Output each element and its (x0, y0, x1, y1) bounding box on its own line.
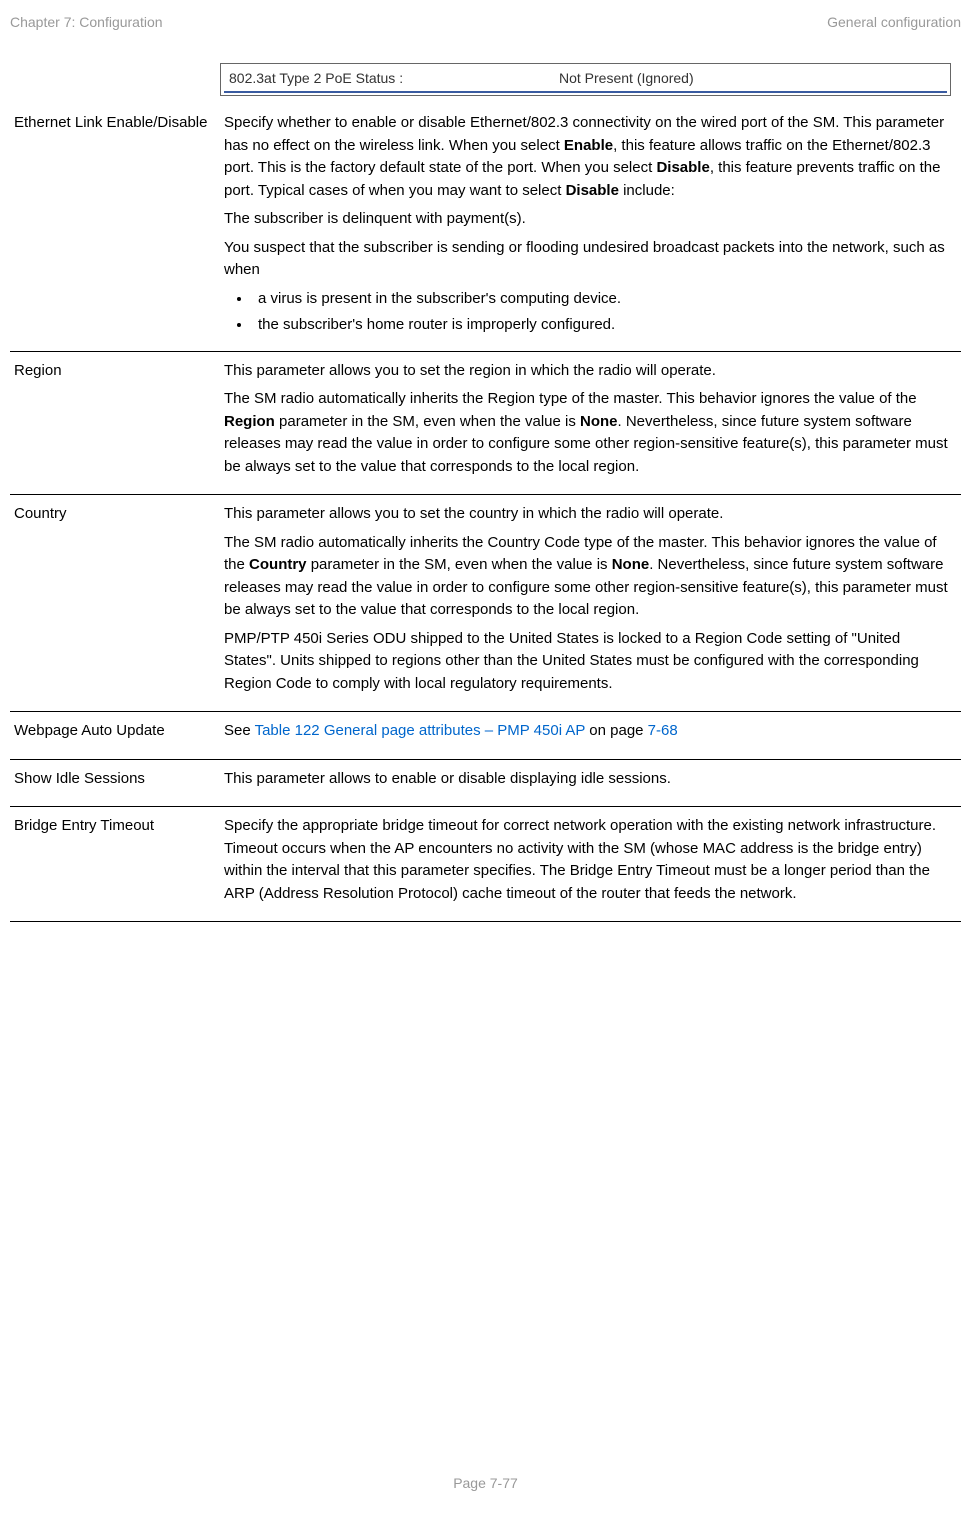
paragraph: This parameter allows you to set the cou… (224, 503, 955, 526)
paragraph: PMP/PTP 450i Series ODU shipped to the U… (224, 628, 955, 696)
table-row: CountryThis parameter allows you to set … (10, 495, 961, 712)
text-segment: Specify the appropriate bridge timeout f… (224, 817, 936, 902)
text-segment: None (612, 556, 650, 573)
table-row: Bridge Entry TimeoutSpecify the appropri… (10, 807, 961, 922)
header-left: Chapter 7: Configuration (10, 12, 163, 33)
poe-status-label: 802.3at Type 2 PoE Status : (229, 68, 559, 89)
paragraph: The subscriber is delinquent with paymen… (224, 208, 955, 231)
term-cell: Webpage Auto Update (10, 712, 220, 760)
paragraph: This parameter allows to enable or disab… (224, 768, 955, 791)
term-cell: Region (10, 351, 220, 495)
term-cell: Ethernet Link Enable/Disable (10, 104, 220, 351)
text-segment: See (224, 722, 255, 739)
term-cell: Bridge Entry Timeout (10, 807, 220, 922)
text-segment: This parameter allows you to set the reg… (224, 362, 716, 379)
page-header: Chapter 7: Configuration General configu… (10, 12, 961, 33)
table-row: Ethernet Link Enable/DisableSpecify whet… (10, 104, 961, 351)
term-cell: Show Idle Sessions (10, 759, 220, 807)
text-segment: The SM radio automatically inherits the … (224, 390, 917, 407)
list-item: the subscriber's home router is improper… (252, 314, 955, 337)
text-segment: on page (585, 722, 648, 739)
paragraph: Specify the appropriate bridge timeout f… (224, 815, 955, 905)
description-cell: Specify whether to enable or disable Eth… (220, 104, 961, 351)
text-segment: Disable (656, 159, 709, 176)
text-segment: PMP/PTP 450i Series ODU shipped to the U… (224, 630, 919, 692)
cross-reference-link[interactable]: 7-68 (648, 722, 678, 739)
text-segment: parameter in the SM, even when the value… (275, 413, 580, 430)
text-segment: This parameter allows to enable or disab… (224, 770, 671, 787)
text-segment: You suspect that the subscriber is sendi… (224, 239, 945, 279)
text-segment: Region (224, 413, 275, 430)
table-row: Show Idle SessionsThis parameter allows … (10, 759, 961, 807)
description-cell: This parameter allows you to set the reg… (220, 351, 961, 495)
page-footer: Page 7-77 (0, 1473, 971, 1494)
poe-status-value: Not Present (Ignored) (559, 68, 694, 89)
text-segment: parameter in the SM, even when the value… (307, 556, 612, 573)
term-cell: Country (10, 495, 220, 712)
paragraph: See Table 122 General page attributes – … (224, 720, 955, 743)
paragraph: The SM radio automatically inherits the … (224, 532, 955, 622)
table-row: RegionThis parameter allows you to set t… (10, 351, 961, 495)
paragraph: You suspect that the subscriber is sendi… (224, 237, 955, 282)
text-segment: Disable (566, 182, 619, 199)
text-segment: The subscriber is delinquent with paymen… (224, 210, 526, 227)
description-cell: This parameter allows you to set the cou… (220, 495, 961, 712)
text-segment: Enable (564, 137, 613, 154)
bullet-list: a virus is present in the subscriber's c… (224, 288, 955, 337)
text-segment: Country (249, 556, 307, 573)
paragraph: This parameter allows you to set the reg… (224, 360, 955, 383)
cross-reference-link[interactable]: Table 122 General page attributes – PMP … (255, 722, 586, 739)
definitions-table: Ethernet Link Enable/DisableSpecify whet… (10, 104, 961, 922)
description-cell: Specify the appropriate bridge timeout f… (220, 807, 961, 922)
description-cell: See Table 122 General page attributes – … (220, 712, 961, 760)
paragraph: Specify whether to enable or disable Eth… (224, 112, 955, 202)
table-row: Webpage Auto UpdateSee Table 122 General… (10, 712, 961, 760)
poe-status-box: 802.3at Type 2 PoE Status : Not Present … (220, 63, 951, 96)
list-item: a virus is present in the subscriber's c… (252, 288, 955, 311)
description-cell: This parameter allows to enable or disab… (220, 759, 961, 807)
header-right: General configuration (827, 12, 961, 33)
text-segment: This parameter allows you to set the cou… (224, 505, 723, 522)
paragraph: The SM radio automatically inherits the … (224, 388, 955, 478)
text-segment: None (580, 413, 618, 430)
text-segment: include: (619, 182, 675, 199)
